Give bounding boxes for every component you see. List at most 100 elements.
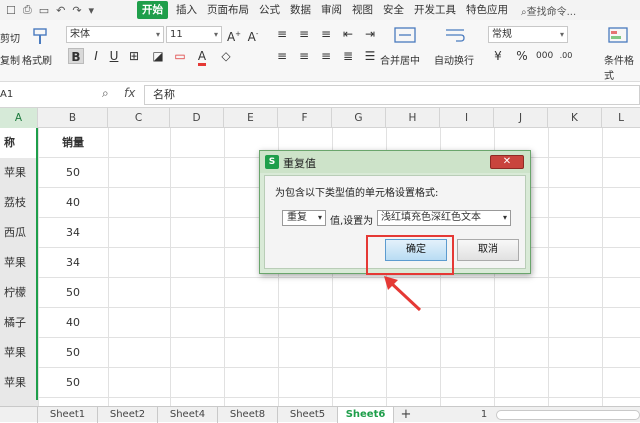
menu-developer[interactable]: 开发工具: [409, 1, 461, 19]
indent-increase-icon[interactable]: ⇥: [362, 26, 378, 42]
format-painter-icon[interactable]: [30, 27, 52, 47]
menu-review[interactable]: 审阅: [316, 1, 347, 19]
fx-icon[interactable]: fx: [124, 86, 135, 100]
column-header-a[interactable]: A: [0, 108, 38, 128]
conditional-format-icon[interactable]: [608, 26, 630, 46]
wrap-text-button[interactable]: 自动换行: [434, 52, 474, 67]
merge-center-button[interactable]: 合并居中: [380, 52, 420, 67]
align-top-icon[interactable]: ≡: [274, 26, 290, 42]
menu-data[interactable]: 数据: [285, 1, 316, 19]
column-header-i[interactable]: I: [440, 108, 494, 128]
align-right-icon[interactable]: ≡: [318, 48, 334, 64]
align-middle-icon[interactable]: ≡: [296, 26, 312, 42]
cell-a2[interactable]: 苹果: [0, 158, 38, 188]
save-icon[interactable]: ☐: [6, 4, 16, 17]
sheet-tab[interactable]: Sheet2: [98, 407, 158, 423]
align-center-icon[interactable]: ≡: [296, 48, 312, 64]
align-left-icon[interactable]: ≡: [274, 48, 290, 64]
undo-icon[interactable]: ↶: [56, 4, 65, 17]
sheet-tab[interactable]: Sheet1: [38, 407, 98, 423]
print-icon[interactable]: ⎙: [23, 3, 32, 17]
wrap-text-icon[interactable]: [444, 26, 466, 46]
search-command[interactable]: ⌕查找命令...: [521, 3, 576, 18]
column-header-b[interactable]: B: [38, 108, 108, 128]
align-bottom-icon[interactable]: ≡: [318, 26, 334, 42]
cell-b5[interactable]: 34: [38, 248, 108, 278]
value-type-select[interactable]: 重复 ▾: [282, 210, 326, 226]
column-header-d[interactable]: D: [170, 108, 224, 128]
print-preview-icon[interactable]: ▭: [39, 4, 49, 17]
sheet-tab-active[interactable]: Sheet6: [338, 407, 394, 423]
cell-a4[interactable]: 西瓜: [0, 218, 38, 248]
conditional-format-button[interactable]: 条件格式: [604, 52, 640, 82]
dialog-titlebar[interactable]: S 重复值 ✕: [260, 151, 530, 173]
menu-formulas[interactable]: 公式: [254, 1, 285, 19]
format-painter-button[interactable]: 格式刷: [22, 52, 52, 67]
add-sheet-button[interactable]: +: [396, 407, 416, 423]
copy-button[interactable]: 复制: [0, 52, 20, 67]
percent-icon[interactable]: %: [514, 48, 530, 64]
tab-nav[interactable]: [0, 407, 38, 423]
cell-a8[interactable]: 苹果: [0, 338, 38, 368]
formula-input[interactable]: 名称: [144, 85, 640, 105]
font-color-a-icon[interactable]: A: [194, 48, 210, 66]
decrease-font-icon[interactable]: A-: [245, 26, 261, 44]
column-header-k[interactable]: K: [548, 108, 602, 128]
menu-page-layout[interactable]: 页面布局: [202, 1, 254, 19]
cell-a3[interactable]: 荔枝: [0, 188, 38, 218]
menu-view[interactable]: 视图: [347, 1, 378, 19]
font-color-icon[interactable]: ▭: [172, 48, 188, 64]
decimal-icon[interactable]: .00: [558, 48, 574, 64]
column-header-e[interactable]: E: [224, 108, 278, 128]
bold-button[interactable]: B: [68, 48, 84, 64]
column-header-j[interactable]: J: [494, 108, 548, 128]
dropdown-icon[interactable]: ▾: [89, 4, 95, 17]
cell-a1[interactable]: 称: [0, 128, 38, 158]
cell-b4[interactable]: 34: [38, 218, 108, 248]
cell-a9[interactable]: 苹果: [0, 368, 38, 398]
cell-b3[interactable]: 40: [38, 188, 108, 218]
merge-center-icon[interactable]: [394, 26, 416, 46]
clear-format-icon[interactable]: ◇: [218, 48, 234, 64]
font-name-select[interactable]: 宋体 ▾: [66, 26, 164, 43]
menu-special[interactable]: 特色应用: [461, 1, 513, 19]
cell-b1[interactable]: 销量: [38, 128, 108, 158]
cell-a7[interactable]: 橘子: [0, 308, 38, 338]
zoom-icon[interactable]: ⌕: [102, 86, 109, 101]
column-header-f[interactable]: F: [278, 108, 332, 128]
cell-b6[interactable]: 50: [38, 278, 108, 308]
column-header-l[interactable]: L: [602, 108, 640, 128]
column-header-g[interactable]: G: [332, 108, 386, 128]
cell-a10[interactable]: [0, 398, 38, 406]
cut-button[interactable]: 剪切: [0, 30, 20, 45]
cell-b7[interactable]: 40: [38, 308, 108, 338]
cell-a5[interactable]: 苹果: [0, 248, 38, 278]
format-select[interactable]: 浅红填充色深红色文本 ▾: [377, 210, 511, 226]
column-header-h[interactable]: H: [386, 108, 440, 128]
increase-font-icon[interactable]: A+: [226, 26, 242, 44]
column-header-c[interactable]: C: [108, 108, 170, 128]
justify-icon[interactable]: ≣: [340, 48, 356, 64]
name-box[interactable]: A1: [0, 86, 92, 104]
currency-icon[interactable]: ¥: [490, 48, 506, 64]
cell-b8[interactable]: 50: [38, 338, 108, 368]
italic-button[interactable]: I: [88, 48, 104, 64]
menu-security[interactable]: 安全: [378, 1, 409, 19]
underline-button[interactable]: U: [106, 48, 122, 64]
fill-color-icon[interactable]: ◪: [150, 48, 166, 64]
font-size-select[interactable]: 11 ▾: [166, 26, 222, 43]
sheet-tab[interactable]: Sheet5: [278, 407, 338, 423]
cell-b9[interactable]: 50: [38, 368, 108, 398]
distributed-icon[interactable]: ☰: [362, 48, 378, 64]
thousands-icon[interactable]: 000: [536, 48, 553, 64]
border-icon[interactable]: ⊞: [126, 48, 142, 64]
menu-insert[interactable]: 插入: [171, 1, 202, 19]
redo-icon[interactable]: ↷: [72, 4, 81, 17]
cell-a6[interactable]: 柠檬: [0, 278, 38, 308]
horizontal-scrollbar[interactable]: [496, 410, 640, 420]
sheet-tab[interactable]: Sheet8: [218, 407, 278, 423]
cell-b2[interactable]: 50: [38, 158, 108, 188]
menu-home[interactable]: 开始: [137, 1, 168, 19]
sheet-tab[interactable]: Sheet4: [158, 407, 218, 423]
number-format-select[interactable]: 常规 ▾: [488, 26, 568, 43]
